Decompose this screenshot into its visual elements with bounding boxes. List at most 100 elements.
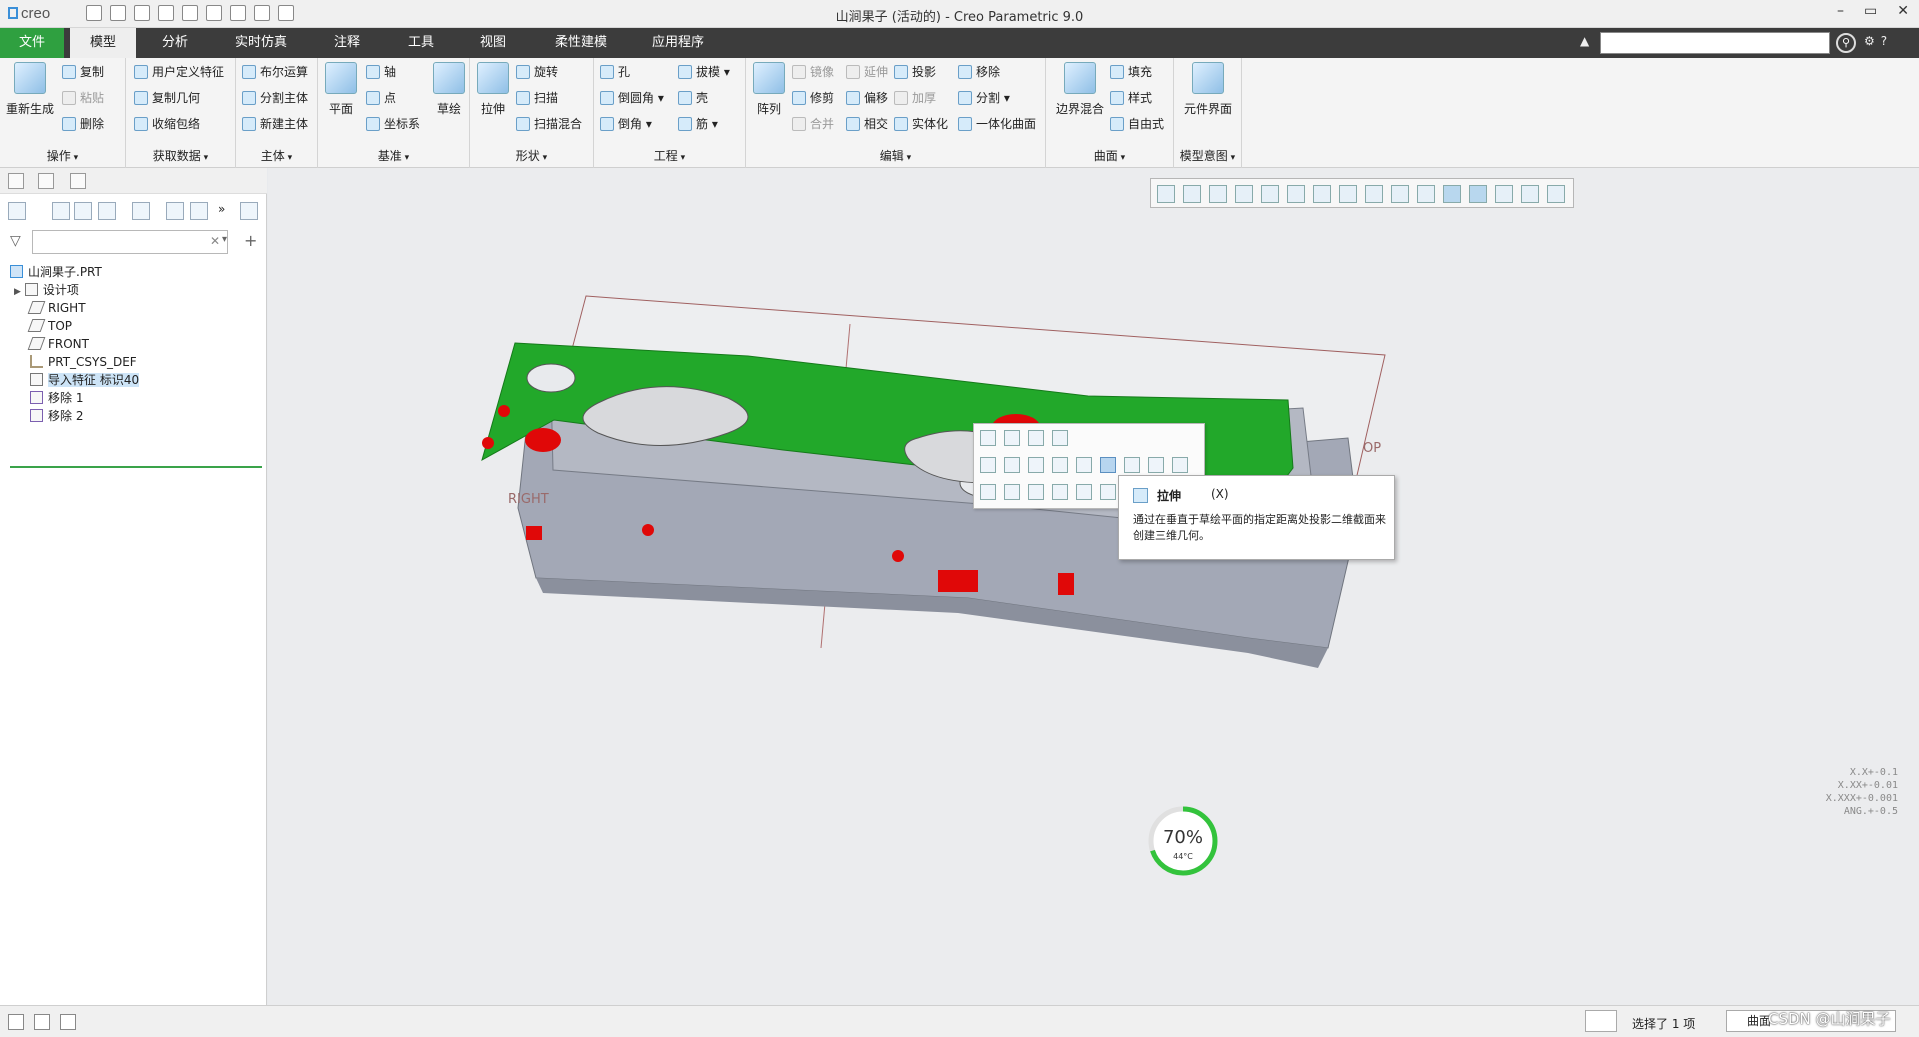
- side-hole-5[interactable]: [642, 524, 654, 536]
- revolve-icon[interactable]: [1124, 457, 1140, 473]
- project-button[interactable]: 投影: [894, 61, 936, 83]
- group-label-surfaces[interactable]: 曲面: [1046, 147, 1173, 164]
- red-pocket-3[interactable]: [1058, 573, 1074, 595]
- favorites-tab-icon[interactable]: [70, 173, 86, 189]
- hole-icon[interactable]: [1148, 457, 1164, 473]
- side-hole-1[interactable]: [498, 405, 510, 417]
- sketch-icon[interactable]: [1076, 457, 1092, 473]
- tree-list-icon[interactable]: [74, 202, 92, 220]
- group-label-editing[interactable]: 编辑: [746, 147, 1045, 164]
- paste-button[interactable]: 粘贴: [62, 87, 104, 109]
- add-icon[interactable]: +: [244, 231, 257, 250]
- spin-center-icon[interactable]: [1443, 185, 1461, 203]
- cancel-regen-icon[interactable]: [1547, 185, 1565, 203]
- show-icon[interactable]: [190, 202, 208, 220]
- isolate-icon[interactable]: [1100, 484, 1116, 500]
- swept-blend-button[interactable]: 扫描混合: [516, 113, 582, 135]
- red-pocket-1[interactable]: [526, 526, 542, 540]
- graphics-area[interactable]: RIGHT OP 拉伸 (X) 通过在垂直于草绘平面的指定距离处投影二维截面来创…: [268, 168, 1919, 1005]
- insert-here-indicator[interactable]: [10, 466, 262, 468]
- part-model-view[interactable]: RIGHT OP: [268, 168, 1919, 1005]
- tree-columns-icon[interactable]: [52, 202, 70, 220]
- sketch-button[interactable]: 草绘: [430, 62, 468, 117]
- hole-button[interactable]: 孔: [600, 61, 630, 83]
- settings-icon[interactable]: [132, 202, 150, 220]
- selection-filter-icon[interactable]: [1052, 430, 1068, 446]
- extrude-icon[interactable]: [1100, 457, 1116, 473]
- suppress-icon[interactable]: [1052, 484, 1068, 500]
- tree-item-import-feature[interactable]: 导入特征 标识40: [30, 370, 290, 390]
- red-pocket-2[interactable]: [938, 570, 978, 592]
- tree-item-design-items[interactable]: ▶ 设计项: [14, 280, 274, 300]
- axis-icon[interactable]: [1004, 457, 1020, 473]
- orient-icon[interactable]: [980, 484, 996, 500]
- boolean-button[interactable]: 布尔运算: [242, 61, 308, 83]
- close-button[interactable]: ✕: [1897, 3, 1909, 19]
- point-button[interactable]: 点: [366, 87, 396, 109]
- split-button[interactable]: 分割 ▾: [958, 87, 1010, 109]
- freestyle-button[interactable]: 自由式: [1110, 113, 1164, 135]
- style-button[interactable]: 样式: [1110, 87, 1152, 109]
- repaint-icon[interactable]: [1235, 185, 1253, 203]
- tree-item-right[interactable]: RIGHT: [27, 298, 290, 318]
- tree-filter-icon[interactable]: [166, 202, 184, 220]
- round-button[interactable]: 倒圆角 ▾: [600, 87, 664, 109]
- tree-item-part[interactable]: 山涧果子.PRT: [10, 262, 270, 282]
- help-icon[interactable]: ?: [1881, 34, 1893, 48]
- group-label-engineering[interactable]: 工程: [594, 147, 745, 164]
- component-interface-button[interactable]: 元件界面: [1178, 62, 1238, 117]
- extend-button[interactable]: 延伸: [846, 61, 888, 83]
- group-label-operations[interactable]: 操作: [0, 147, 125, 164]
- tree-item-remove-2[interactable]: 移除 2: [30, 406, 290, 426]
- counterbore-hole[interactable]: [526, 363, 576, 393]
- show-icon[interactable]: [1076, 484, 1092, 500]
- plane-button[interactable]: 平面: [322, 62, 360, 117]
- new-body-button[interactable]: 新建主体: [242, 113, 308, 135]
- split-body-button[interactable]: 分割主体: [242, 87, 308, 109]
- saved-orientations-icon[interactable]: [1287, 185, 1305, 203]
- plane-icon[interactable]: [980, 457, 996, 473]
- annotation-display-icon[interactable]: [1417, 185, 1435, 203]
- model-tree-tab-icon[interactable]: [8, 173, 24, 189]
- csys-icon[interactable]: [1052, 457, 1068, 473]
- side-hole-2[interactable]: [482, 437, 494, 449]
- tab-flexible-modeling[interactable]: 柔性建模: [538, 28, 624, 58]
- navigator-toggle-icon[interactable]: [8, 1014, 24, 1030]
- rib-button[interactable]: 筋 ▾: [678, 113, 718, 135]
- copy-geometry-button[interactable]: 复制几何: [134, 87, 200, 109]
- group-label-shapes[interactable]: 形状: [470, 147, 593, 164]
- more-icon[interactable]: »: [218, 202, 236, 220]
- minimize-button[interactable]: –: [1837, 3, 1844, 19]
- tab-view[interactable]: 视图: [458, 28, 528, 58]
- appearance-icon[interactable]: [980, 430, 996, 446]
- trim-button[interactable]: 修剪: [792, 87, 834, 109]
- sweep-button[interactable]: 扫描: [516, 87, 558, 109]
- extrude-button[interactable]: 拉伸: [474, 62, 512, 117]
- thicken-button[interactable]: 加厚: [894, 87, 936, 109]
- tab-live-simulation[interactable]: 实时仿真: [216, 28, 306, 58]
- tree-item-remove-1[interactable]: 移除 1: [30, 388, 290, 408]
- point-display-icon[interactable]: [1495, 185, 1513, 203]
- section-icon[interactable]: [1365, 185, 1383, 203]
- perspective-icon[interactable]: [1339, 185, 1357, 203]
- tab-file[interactable]: 文件: [0, 28, 64, 58]
- merge-button[interactable]: 合并: [792, 113, 834, 135]
- remove-button[interactable]: 移除: [958, 61, 1000, 83]
- offset-button[interactable]: 偏移: [846, 87, 888, 109]
- draft-button[interactable]: 拔模 ▾: [678, 61, 730, 83]
- delete-button[interactable]: 删除: [62, 113, 104, 135]
- tab-model[interactable]: 模型: [70, 28, 136, 58]
- expand-icon[interactable]: ▶: [14, 287, 21, 297]
- section-icon[interactable]: [1004, 484, 1020, 500]
- group-label-datum[interactable]: 基准: [318, 147, 469, 164]
- command-search-input[interactable]: [1600, 32, 1830, 54]
- regenerate-button[interactable]: 重新生成: [4, 62, 56, 117]
- find-icon[interactable]: [1585, 1010, 1617, 1032]
- intersect-button[interactable]: 相交: [846, 113, 888, 135]
- shell-icon[interactable]: [1172, 457, 1188, 473]
- tab-applications[interactable]: 应用程序: [636, 28, 720, 58]
- axis-button[interactable]: 轴: [366, 61, 396, 83]
- tab-tools[interactable]: 工具: [386, 28, 456, 58]
- pattern-button[interactable]: 阵列: [750, 62, 788, 117]
- side-hole-6[interactable]: [892, 550, 904, 562]
